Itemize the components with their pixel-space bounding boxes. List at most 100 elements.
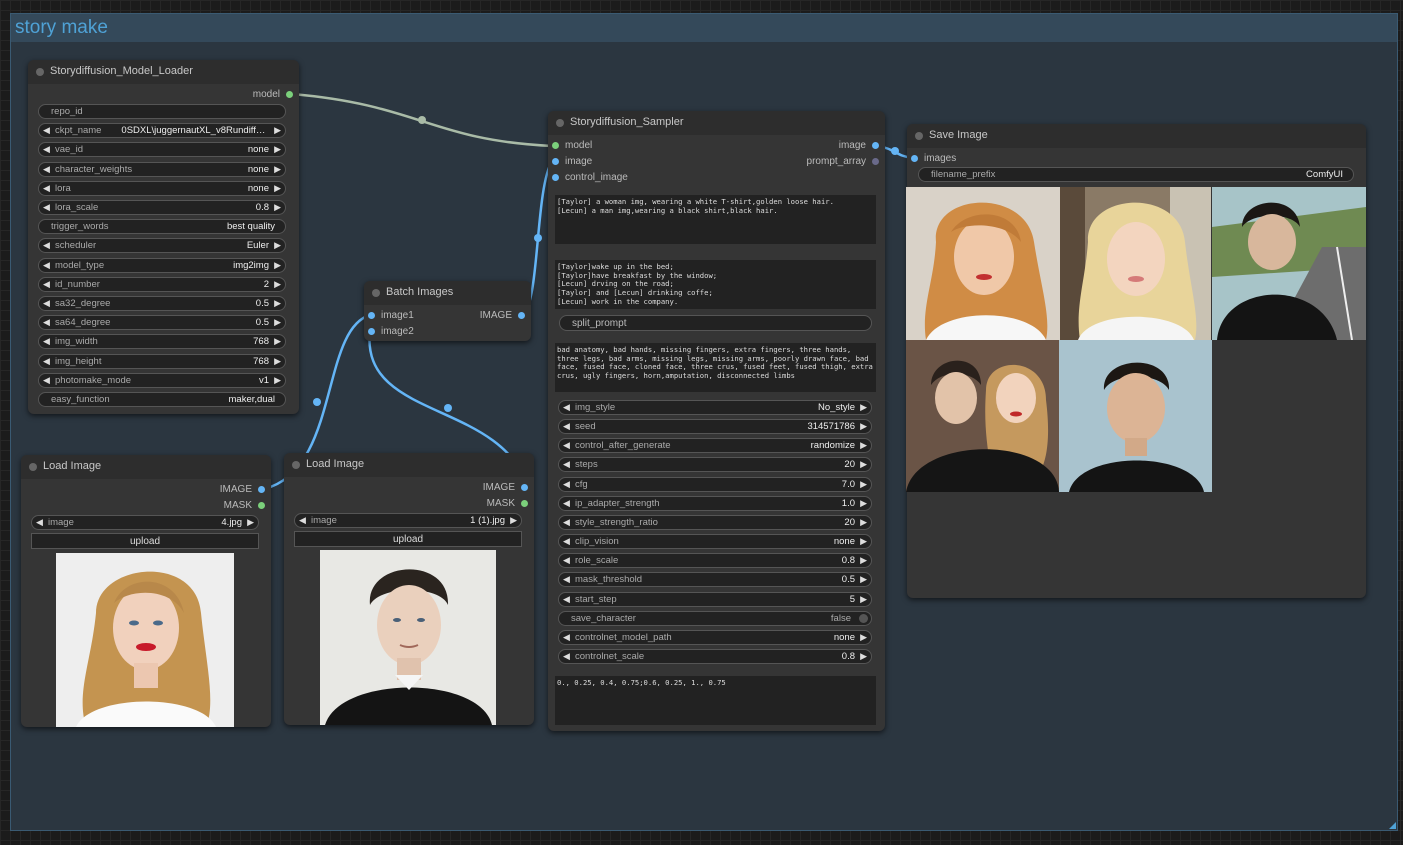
increment-arrow-icon[interactable]: ▶ bbox=[274, 202, 281, 213]
decrement-arrow-icon[interactable]: ◀ bbox=[43, 125, 50, 136]
output-dot-icon[interactable] bbox=[518, 311, 525, 319]
easy-function-input[interactable]: easy_function maker,dual bbox=[38, 392, 286, 407]
save-character-toggle[interactable]: save_character false bbox=[558, 610, 872, 626]
output-dot-icon[interactable] bbox=[521, 499, 528, 507]
img-style-select[interactable]: ◀ img_style No_style ▶ bbox=[558, 400, 872, 415]
model-type-select[interactable]: ◀ model_type img2img ▶ bbox=[38, 257, 286, 273]
decrement-arrow-icon[interactable]: ◀ bbox=[563, 459, 570, 470]
decrement-arrow-icon[interactable]: ◀ bbox=[563, 632, 570, 643]
save-image-node[interactable]: Save Image images filename_prefix ComfyU… bbox=[906, 124, 1366, 598]
sa32-degree-select[interactable]: ◀ sa32_degree 0.5 ▶ bbox=[38, 296, 286, 311]
decrement-arrow-icon[interactable]: ◀ bbox=[36, 517, 43, 528]
output-image-1[interactable] bbox=[906, 187, 1061, 340]
input-dot-icon[interactable] bbox=[368, 311, 375, 319]
load-image-node-2[interactable]: Load Image IMAGE MASK ◀ image 1 (1).jpg … bbox=[284, 453, 534, 725]
decrement-arrow-icon[interactable]: ◀ bbox=[43, 202, 50, 213]
output-image-3[interactable] bbox=[1212, 187, 1366, 340]
increment-arrow-icon[interactable]: ▶ bbox=[860, 498, 867, 509]
decrement-arrow-icon[interactable]: ◀ bbox=[563, 421, 570, 432]
increment-arrow-icon[interactable]: ▶ bbox=[860, 651, 867, 662]
character-weights-select[interactable]: ◀ character_weights none ▶ bbox=[38, 161, 286, 177]
steps-select[interactable]: ◀ steps 20 ▶ bbox=[558, 457, 872, 473]
output-slot-image[interactable]: IMAGE bbox=[220, 484, 265, 495]
increment-arrow-icon[interactable]: ▶ bbox=[860, 421, 867, 432]
decrement-arrow-icon[interactable]: ◀ bbox=[563, 555, 570, 566]
scheduler-select[interactable]: ◀ scheduler Euler ▶ bbox=[38, 238, 286, 254]
cfg-select[interactable]: ◀ cfg 7.0 ▶ bbox=[558, 476, 872, 492]
increment-arrow-icon[interactable]: ▶ bbox=[274, 164, 281, 175]
increment-arrow-icon[interactable]: ▶ bbox=[860, 440, 867, 451]
photomake-mode-select[interactable]: ◀ photomake_mode v1 ▶ bbox=[38, 372, 286, 388]
output-slot-image[interactable]: image bbox=[839, 140, 879, 151]
collapse-dot-icon[interactable] bbox=[292, 461, 300, 469]
character-prompt-textarea[interactable]: [Taylor] a woman img, wearing a white T-… bbox=[555, 195, 876, 244]
load-image-node-1[interactable]: Load Image IMAGE MASK ◀ image 4.jpg ▶ up… bbox=[21, 455, 271, 727]
increment-arrow-icon[interactable]: ▶ bbox=[274, 144, 281, 155]
collapse-dot-icon[interactable] bbox=[29, 463, 37, 471]
input-slot-images[interactable]: images bbox=[911, 153, 956, 164]
increment-arrow-icon[interactable]: ▶ bbox=[274, 356, 281, 367]
graph-canvas[interactable]: story make Storydiffusion_Model_Loader m… bbox=[0, 0, 1403, 845]
lora-scale-select[interactable]: ◀ lora_scale 0.8 ▶ bbox=[38, 200, 286, 215]
layout-coordinates-textarea[interactable]: 0., 0.25, 0.4, 0.75;0.6, 0.25, 1., 0.75 bbox=[555, 676, 876, 725]
increment-arrow-icon[interactable]: ▶ bbox=[860, 574, 867, 585]
decrement-arrow-icon[interactable]: ◀ bbox=[563, 594, 570, 605]
output-dot-icon[interactable] bbox=[258, 501, 265, 509]
style-strength-ratio-select[interactable]: ◀ style_strength_ratio 20 ▶ bbox=[558, 514, 872, 530]
seed-select[interactable]: ◀ seed 314571786 ▶ bbox=[558, 419, 872, 435]
increment-arrow-icon[interactable]: ▶ bbox=[274, 298, 281, 309]
filename-prefix-input[interactable]: filename_prefix ComfyUI bbox=[918, 167, 1354, 182]
input-dot-icon[interactable] bbox=[552, 173, 559, 181]
decrement-arrow-icon[interactable]: ◀ bbox=[563, 498, 570, 509]
decrement-arrow-icon[interactable]: ◀ bbox=[43, 260, 50, 271]
input-dot-icon[interactable] bbox=[911, 154, 918, 162]
increment-arrow-icon[interactable]: ▶ bbox=[274, 240, 281, 251]
group-title-bar[interactable]: story make bbox=[11, 14, 1397, 42]
model-loader-node[interactable]: Storydiffusion_Model_Loader model repo_i… bbox=[28, 60, 299, 414]
input-slot-image2[interactable]: image2 bbox=[368, 326, 414, 337]
increment-arrow-icon[interactable]: ▶ bbox=[860, 459, 867, 470]
ckpt-name-select[interactable]: ◀ ckpt_name 0SDXL\juggernautXL_v8Rundiffu.… bbox=[38, 123, 286, 139]
img-height-select[interactable]: ◀ img_height 768 ▶ bbox=[38, 353, 286, 369]
decrement-arrow-icon[interactable]: ◀ bbox=[43, 298, 50, 309]
start-step-select[interactable]: ◀ start_step 5 ▶ bbox=[558, 591, 872, 607]
decrement-arrow-icon[interactable]: ◀ bbox=[43, 164, 50, 175]
sa64-degree-select[interactable]: ◀ sa64_degree 0.5 ▶ bbox=[38, 315, 286, 331]
decrement-arrow-icon[interactable]: ◀ bbox=[563, 440, 570, 451]
increment-arrow-icon[interactable]: ▶ bbox=[274, 279, 281, 290]
input-slot-image[interactable]: image bbox=[552, 156, 592, 167]
increment-arrow-icon[interactable]: ▶ bbox=[860, 517, 867, 528]
output-slot-image[interactable]: IMAGE bbox=[483, 482, 528, 493]
input-slot-image1[interactable]: image1 bbox=[368, 310, 414, 321]
negative-prompt-textarea[interactable]: bad anatomy, bad hands, missing fingers,… bbox=[555, 343, 876, 392]
decrement-arrow-icon[interactable]: ◀ bbox=[563, 651, 570, 662]
node-header[interactable]: Storydiffusion_Model_Loader bbox=[28, 60, 299, 84]
output-image-2[interactable] bbox=[1060, 187, 1211, 340]
clip-vision-select[interactable]: ◀ clip_vision none ▶ bbox=[558, 534, 872, 550]
increment-arrow-icon[interactable]: ▶ bbox=[860, 402, 867, 413]
controlnet-model-path-select[interactable]: ◀ controlnet_model_path none ▶ bbox=[558, 629, 872, 645]
batch-images-node[interactable]: Batch Images image1 image2 IMAGE bbox=[364, 281, 531, 341]
increment-arrow-icon[interactable]: ▶ bbox=[247, 517, 254, 528]
decrement-arrow-icon[interactable]: ◀ bbox=[43, 317, 50, 328]
collapse-dot-icon[interactable] bbox=[36, 68, 44, 76]
increment-arrow-icon[interactable]: ▶ bbox=[860, 536, 867, 547]
input-dot-icon[interactable] bbox=[552, 141, 559, 149]
decrement-arrow-icon[interactable]: ◀ bbox=[43, 356, 50, 367]
output-slot-mask[interactable]: MASK bbox=[487, 498, 528, 509]
decrement-arrow-icon[interactable]: ◀ bbox=[43, 144, 50, 155]
collapse-dot-icon[interactable] bbox=[372, 289, 380, 297]
img-width-select[interactable]: ◀ img_width 768 ▶ bbox=[38, 334, 286, 350]
group-resize-handle[interactable] bbox=[1389, 822, 1396, 829]
control-after-generate-select[interactable]: ◀ control_after_generate randomize ▶ bbox=[558, 438, 872, 454]
output-dot-icon[interactable] bbox=[872, 141, 879, 149]
node-header[interactable]: Storydiffusion_Sampler bbox=[548, 111, 885, 135]
decrement-arrow-icon[interactable]: ◀ bbox=[43, 375, 50, 386]
node-header[interactable]: Load Image bbox=[21, 455, 271, 479]
input-slot-model[interactable]: model bbox=[552, 140, 592, 151]
decrement-arrow-icon[interactable]: ◀ bbox=[43, 240, 50, 251]
decrement-arrow-icon[interactable]: ◀ bbox=[563, 574, 570, 585]
output-dot-icon[interactable] bbox=[872, 157, 879, 165]
toggle-knob-icon[interactable] bbox=[859, 613, 868, 623]
vae-id-select[interactable]: ◀ vae_id none ▶ bbox=[38, 142, 286, 158]
